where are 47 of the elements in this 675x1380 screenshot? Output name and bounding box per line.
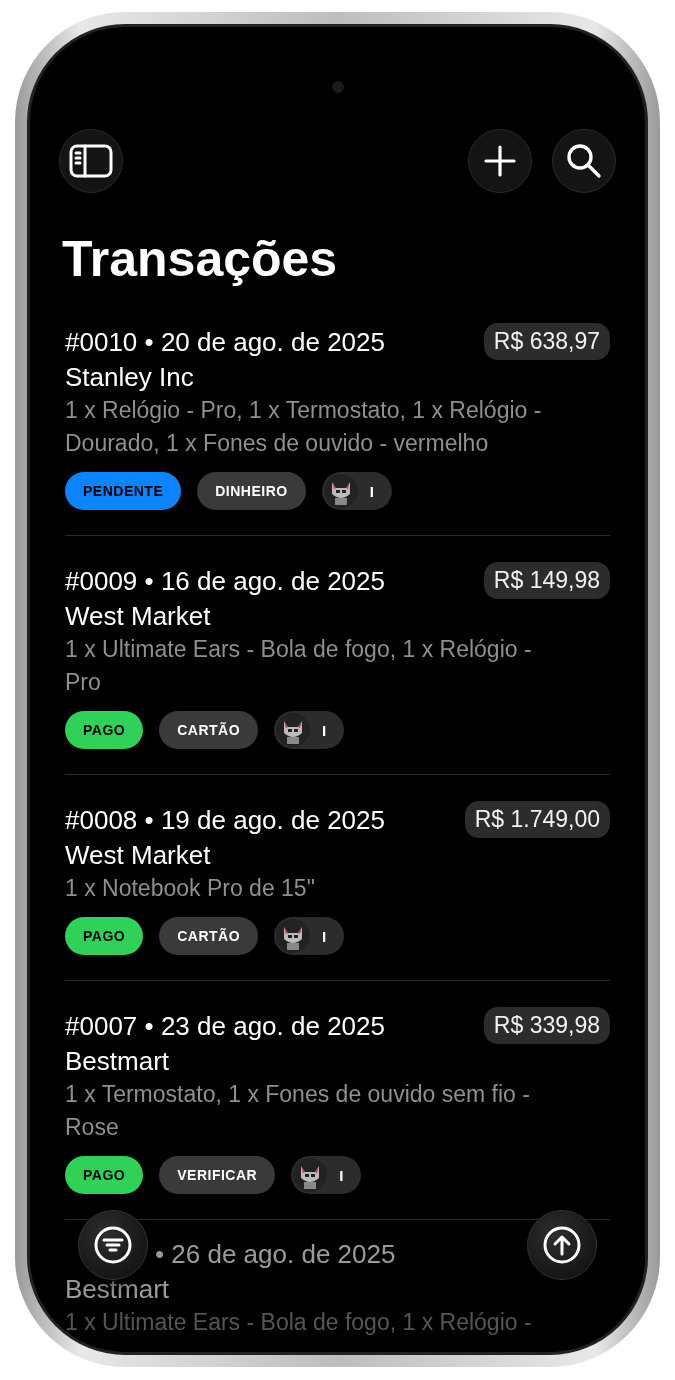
arrow-up-icon [543, 1226, 581, 1264]
avatar-icon [276, 713, 311, 747]
status-tag: PAGO [65, 711, 144, 749]
customer-name: Bestmart [65, 1273, 171, 1306]
transaction-header: #0010 • 20 de ago. de 2025 [65, 325, 385, 359]
filter-icon [94, 1226, 132, 1264]
transaction-row[interactable]: #0007 • 23 de ago. de 2025 R$ 339,98 Bestmart 1 x Termostato, 1 x Fones de ouvido sem fio - Rose PAGO VERIFICAR I [65, 981, 610, 1220]
transaction-row[interactable]: #0009 • 16 de ago. de 2025 R$ 149,98 West Market 1 x Ultimate Ears - Bola de fogo, 1 x Relógio - Pro PAGO CARTÃO I [65, 536, 610, 775]
status-tag: PAGO [65, 1156, 144, 1194]
avatar-icon [293, 1158, 328, 1192]
status-tag: PAGO [65, 917, 144, 955]
camera-icon [331, 81, 344, 93]
transaction-header: • 26 de ago. de 2025 [155, 1238, 396, 1271]
seller-initial: I [322, 927, 327, 945]
payment-tag: CARTÃO [159, 711, 259, 749]
seller-initial: I [339, 1166, 344, 1184]
transaction-row[interactable]: #0010 • 20 de ago. de 2025 R$ 638,97 Stanley Inc 1 x Relógio - Pro, 1 x Termostato, 1 x Relógio - Dourado, 1 x Fones de ouvido - vermelho PENDENTE DINHEIRO I [65, 297, 610, 536]
amount-tag: R$ 339,98 [483, 1007, 610, 1044]
items-text: 1 x Notebook Pro de 15" [65, 874, 316, 903]
payment-tag: VERIFICAR [159, 1156, 276, 1194]
transaction-header: #0007 • 23 de ago. de 2025 [65, 1009, 385, 1043]
amount-tag: R$ 638,97 [483, 323, 610, 360]
items-text: 1 x Ultimate Ears - Bola de fogo, 1 x Relógio - [65, 1308, 533, 1337]
items-text: 1 x Ultimate Ears - Bola de fogo, 1 x Relógio - Pro [65, 635, 533, 697]
seller-initial: I [369, 482, 374, 500]
search-icon [566, 143, 602, 179]
avatar-icon [323, 474, 358, 508]
customer-name: West Market [65, 839, 212, 872]
items-text: 1 x Termostato, 1 x Fones de ouvido sem fio - Rose [65, 1080, 531, 1142]
items-text: 1 x Relógio - Pro, 1 x Termostato, 1 x Relógio - Dourado, 1 x Fones de ouvido - vermelho [65, 396, 543, 458]
customer-name: Bestmart [65, 1045, 171, 1078]
seller-initial: I [322, 721, 327, 739]
avatar-icon [276, 919, 311, 953]
amount-tag: R$ 149,98 [483, 562, 610, 599]
transaction-row[interactable]: #0008 • 19 de ago. de 2025 R$ 1.749,00 West Market 1 x Notebook Pro de 15" PAGO CARTÃO I [65, 775, 610, 981]
transaction-row[interactable]: • 26 de ago. de 2025 Bestmart 1 x Ultimate Ears - Bola de fogo, 1 x Relógio - [65, 1220, 610, 1352]
customer-name: Stanley Inc [65, 361, 195, 394]
transaction-header: #0009 • 16 de ago. de 2025 [65, 564, 385, 598]
payment-tag: CARTÃO [159, 917, 259, 955]
customer-name: West Market [65, 600, 212, 633]
page-title: Transações [62, 230, 339, 289]
payment-tag: DINHEIRO [197, 472, 306, 510]
sidebar-icon [69, 144, 113, 178]
transaction-header: #0008 • 19 de ago. de 2025 [65, 803, 385, 837]
status-tag: PENDENTE [65, 472, 182, 510]
amount-tag: R$ 1.749,00 [464, 801, 610, 838]
plus-icon [484, 145, 516, 177]
